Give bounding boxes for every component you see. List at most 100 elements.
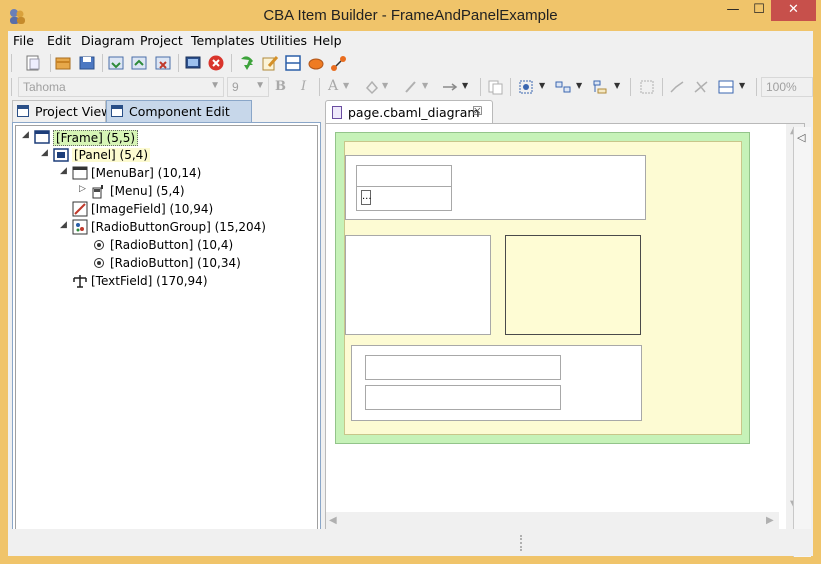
align-icon[interactable] [591, 78, 609, 96]
radio-button-icon [94, 240, 104, 250]
title-bar[interactable]: CBA Item Builder - FrameAndPanelExample … [0, 0, 821, 31]
left-tab-strip: Project View Component Edit [12, 100, 324, 122]
chevron-down-icon[interactable]: ▼ [343, 81, 349, 90]
status-grip [520, 535, 522, 551]
font-size-value: 9 [232, 80, 239, 94]
fill-color-icon[interactable] [363, 78, 381, 96]
menu-icon [92, 185, 103, 199]
chevron-down-icon: ▼ [255, 80, 265, 91]
close-button[interactable]: ✕ [771, 0, 816, 21]
connector-icon[interactable] [330, 54, 348, 72]
maximize-button[interactable]: ☐ [746, 0, 772, 21]
client-area: File Edit Diagram Project Templates Util… [8, 31, 813, 557]
menu-file[interactable]: File [13, 33, 34, 48]
show-palette-icon[interactable]: ◁ [797, 131, 805, 144]
line-route-icon[interactable] [668, 78, 686, 96]
toolbar-separator [756, 78, 757, 96]
font-family-value: Tahoma [23, 80, 66, 94]
toolbar-grip [11, 78, 12, 96]
expand-twisty-icon[interactable]: ◢ [60, 166, 70, 176]
expand-twisty-icon[interactable]: ◢ [60, 220, 70, 230]
layout-toggle-icon[interactable] [717, 78, 735, 96]
scroll-left-icon[interactable]: ◀ [329, 515, 337, 526]
radio-button-shape[interactable] [365, 385, 561, 410]
close-tab-icon[interactable]: ☒ [472, 104, 483, 118]
collapsed-twisty-icon[interactable]: ▷ [79, 184, 89, 194]
minimize-button[interactable]: — [720, 0, 746, 21]
export-icon[interactable] [130, 54, 148, 72]
validate-icon[interactable] [154, 54, 172, 72]
chevron-down-icon[interactable]: ▼ [576, 81, 582, 90]
copy-format-icon[interactable] [487, 78, 505, 96]
import-icon[interactable] [107, 54, 125, 72]
chevron-down-icon[interactable]: ▼ [422, 81, 428, 90]
frame-icon [34, 130, 50, 144]
diagram-canvas[interactable]: ... [326, 124, 779, 512]
horizontal-scrollbar[interactable]: ◀ ▶ [326, 512, 779, 530]
text-field-icon [73, 275, 87, 288]
chevron-down-icon[interactable]: ▼ [614, 81, 620, 90]
radio-button-shape[interactable] [365, 355, 561, 380]
tree-node-label: [RadioButton] (10,4) [110, 238, 234, 252]
menu-project[interactable]: Project [140, 33, 183, 48]
menu-help[interactable]: Help [313, 33, 342, 48]
menu-utilities[interactable]: Utilities [260, 33, 307, 48]
tab-project-view[interactable]: Project View [12, 100, 111, 122]
bold-button[interactable]: B [275, 79, 286, 94]
ellipse-shape-icon[interactable] [307, 54, 325, 72]
italic-button[interactable]: I [301, 79, 306, 94]
main-toolbar [8, 51, 813, 75]
arrange-icon[interactable] [554, 78, 572, 96]
line-color-icon[interactable] [402, 78, 420, 96]
save-icon[interactable] [78, 54, 96, 72]
toolbar-separator [510, 78, 511, 96]
tab-project-view-label: Project View [35, 104, 112, 119]
zoom-combo[interactable]: 100% [761, 77, 813, 97]
toolbar-separator [231, 54, 232, 72]
font-color-button[interactable]: A [328, 78, 338, 94]
chevron-down-icon[interactable]: ▼ [739, 81, 745, 90]
tab-page-cbaml-diagram[interactable]: page.cbaml_diagram ☒ [325, 100, 493, 124]
menubar-icon [72, 166, 88, 180]
image-field-shape[interactable] [345, 235, 491, 335]
toolbar-separator [319, 78, 320, 96]
open-folder-icon[interactable] [54, 54, 72, 72]
select-all-icon[interactable] [517, 78, 535, 96]
toolbar-separator [50, 54, 51, 72]
line-delete-icon[interactable] [692, 78, 710, 96]
menu-divider [356, 186, 452, 187]
preview-icon[interactable] [184, 54, 202, 72]
tab-component-edit-label: Component Edit [129, 104, 230, 119]
status-bar [8, 529, 813, 556]
menu-diagram[interactable]: Diagram [81, 33, 135, 48]
tree-node-label: [TextField] (170,94) [91, 274, 208, 288]
tree-node-label: [RadioButton] (10,34) [110, 256, 241, 270]
tree-node-label: [Frame] (5,5) [53, 130, 139, 146]
chevron-down-icon[interactable]: ▼ [462, 81, 468, 90]
text-field-shape[interactable] [505, 235, 641, 335]
new-wizard-icon[interactable] [24, 54, 42, 72]
expand-twisty-icon[interactable]: ◢ [22, 130, 32, 140]
window-title: CBA Item Builder - FrameAndPanelExample [263, 7, 558, 24]
layout-icon[interactable] [284, 54, 302, 72]
component-tree[interactable]: ◢ [Frame] (5,5) ◢ [Panel] (5,4) ◢ [MenuB… [15, 125, 318, 551]
arrow-style-icon[interactable] [441, 78, 459, 96]
expand-twisty-icon[interactable]: ◢ [41, 148, 51, 158]
chevron-down-icon[interactable]: ▼ [539, 81, 545, 90]
radio-button-icon [94, 258, 104, 268]
menu-edit[interactable]: Edit [47, 33, 71, 48]
toolbar-separator [630, 78, 631, 96]
font-size-combo[interactable]: 9 ▼ [227, 77, 269, 97]
menu-templates[interactable]: Templates [191, 33, 255, 48]
zoom-value: 100% [766, 80, 797, 94]
stop-icon[interactable] [207, 54, 225, 72]
tab-component-edit[interactable]: Component Edit [106, 100, 252, 122]
font-family-combo[interactable]: Tahoma ▼ [18, 77, 224, 97]
edit-properties-icon[interactable] [261, 54, 279, 72]
build-icon[interactable] [238, 54, 256, 72]
scroll-right-icon[interactable]: ▶ [766, 515, 774, 526]
menu-ellipsis-button[interactable]: ... [361, 190, 372, 205]
auto-size-icon[interactable] [638, 78, 656, 96]
diagram-file-icon [332, 106, 342, 119]
chevron-down-icon[interactable]: ▼ [382, 81, 388, 90]
